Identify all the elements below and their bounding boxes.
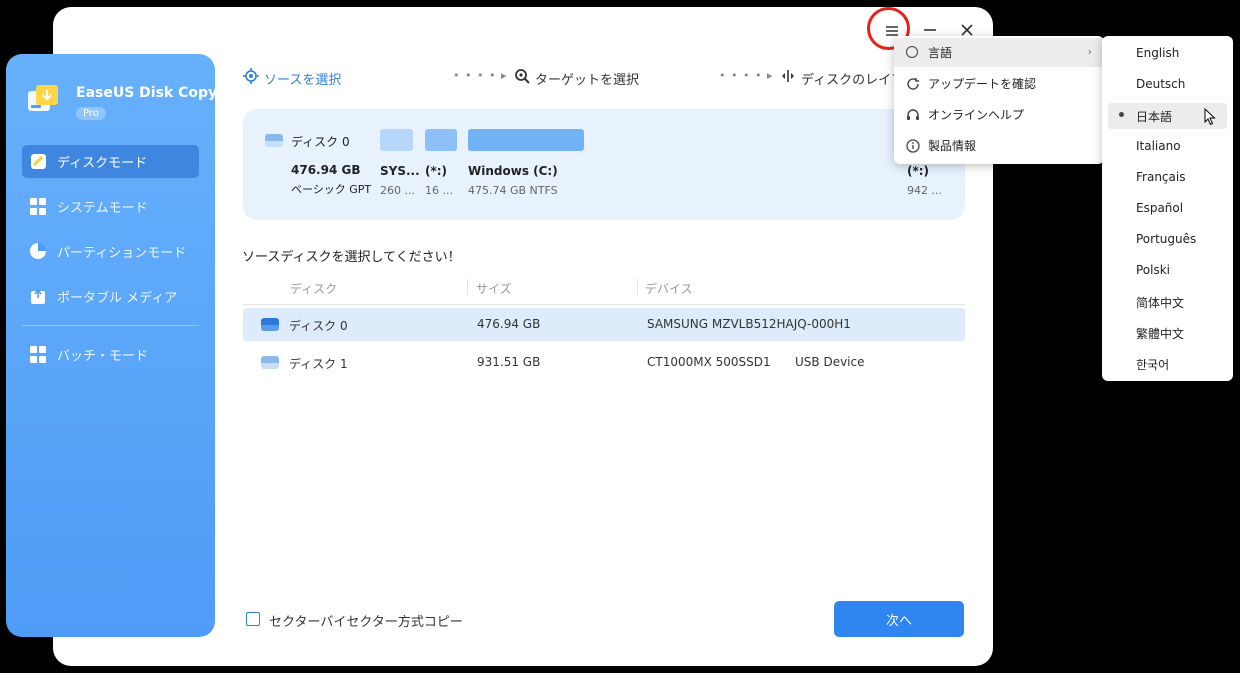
row-device-extra: USB Device xyxy=(795,355,865,369)
menu-item-label: 言語 xyxy=(928,46,953,60)
sidebar-item-portable-media[interactable]: ポータブル メディア xyxy=(22,280,199,313)
partition-size: 942 ... xyxy=(907,184,942,197)
partition-size: 260 ... xyxy=(380,184,415,197)
column-divider xyxy=(637,279,638,295)
mouse-cursor-icon xyxy=(1204,107,1216,129)
partition-bar[interactable] xyxy=(380,129,413,151)
language-option[interactable]: Polski xyxy=(1102,258,1233,284)
row-size: 931.51 GB xyxy=(477,355,541,369)
selected-bullet-icon xyxy=(1119,112,1124,117)
sidebar-item-label: ディスクモード xyxy=(57,156,148,171)
step-source-label: ソースを選択 xyxy=(264,72,342,88)
disk-size: 476.94 GB xyxy=(291,163,361,177)
menu-item-label: オンラインヘルプ xyxy=(928,108,1025,122)
sidebar-item-label: システムモード xyxy=(57,201,148,216)
language-option[interactable]: Español xyxy=(1102,196,1233,222)
language-option[interactable]: English xyxy=(1102,41,1233,67)
language-option[interactable]: 繁體中文 xyxy=(1102,320,1233,346)
pro-badge: Pro xyxy=(76,107,106,120)
step-target-label: ターゲットを選択 xyxy=(535,72,640,88)
column-header-size: サイズ xyxy=(476,282,512,296)
language-option[interactable]: Français xyxy=(1102,165,1233,191)
menu-item-label: 製品情報 xyxy=(928,139,977,153)
partition-label: Windows (C:) xyxy=(468,164,558,178)
row-disk: ディスク 0 xyxy=(289,319,348,333)
menu-item-label: アップデートを確認 xyxy=(928,77,1037,91)
row-size: 476.94 GB xyxy=(477,317,541,331)
disk-type: ベーシック GPT xyxy=(291,183,372,196)
column-header-device: デバイス xyxy=(645,282,693,296)
step-source[interactable]: ソースを選択 xyxy=(243,68,341,88)
disk-icon xyxy=(261,318,279,331)
windows-icon xyxy=(30,198,47,215)
target-search-icon xyxy=(514,68,530,88)
language-option-selected[interactable]: 日本語 xyxy=(1108,103,1227,129)
partition-size: 475.74 GB NTFS xyxy=(468,184,558,197)
sidebar-item-disk-mode[interactable]: ディスクモード xyxy=(22,145,199,178)
sidebar-item-partition-mode[interactable]: パーティションモード xyxy=(22,235,199,268)
row-device: CT1000MX 500SSD1 xyxy=(647,355,771,369)
step-target[interactable]: ターゲットを選択 xyxy=(514,68,639,88)
partition-bar[interactable] xyxy=(425,129,457,151)
table-title: ソースディスクを選択してください！ xyxy=(242,250,461,265)
pie-chart-icon xyxy=(30,243,47,260)
disk-icon xyxy=(265,134,283,147)
disk-layout-card: ディスク 0 476.94 GB ベーシック GPT SYS... 260 ..… xyxy=(243,109,965,220)
language-option[interactable]: 简体中文 xyxy=(1102,289,1233,315)
partition-label: (*:) xyxy=(425,164,448,178)
sidebar-item-label: ポータブル メディア xyxy=(57,291,178,306)
table-row[interactable]: ディスク 1 931.51 GB CT1000MX 500SSD1 USB De… xyxy=(243,346,965,379)
language-option[interactable]: Italiano xyxy=(1102,134,1233,160)
language-option[interactable]: 한국어 xyxy=(1102,351,1233,377)
disk-icon xyxy=(261,356,279,369)
disk-name: ディスク 0 xyxy=(291,135,350,149)
layout-icon xyxy=(780,68,796,88)
sidebar-item-label: バッチ・モード xyxy=(57,349,149,364)
sidebar-item-batch-mode[interactable]: バッチ・モード xyxy=(22,338,199,371)
table-row[interactable]: ディスク 0 476.94 GB SAMSUNG MZVLB512HAJQ-00… xyxy=(243,308,965,341)
column-header-disk: ディスク xyxy=(290,282,338,296)
menu-item-online-help[interactable]: オンラインヘルプ xyxy=(894,100,1104,129)
chevron-right-icon: › xyxy=(1087,45,1092,58)
sidebar-nav: ディスクモード システムモード パーティションモード ポータブル メディア バッ… xyxy=(22,145,199,383)
menu-item-check-update[interactable]: アップデートを確認 xyxy=(894,69,1104,98)
refresh-icon xyxy=(906,77,920,91)
step-arrow: • • • • ▸ xyxy=(453,69,508,82)
partition-size: 16 ... xyxy=(425,184,453,197)
language-submenu: English Deutsch 日本語 Italiano Français Es… xyxy=(1102,36,1233,381)
next-button[interactable]: 次へ xyxy=(834,601,964,637)
crosshair-icon xyxy=(243,68,259,88)
grid-icon xyxy=(30,346,47,363)
app-name: EaseUS Disk Copy xyxy=(76,85,218,101)
column-divider xyxy=(467,279,468,295)
sidebar-item-label: パーティションモード xyxy=(57,246,187,261)
step-arrow: • • • • ▸ xyxy=(719,69,774,82)
brand: EaseUS Disk Copy Pro xyxy=(26,82,217,120)
sector-copy-checkbox[interactable] xyxy=(246,612,260,626)
language-option[interactable]: Deutsch xyxy=(1102,72,1233,98)
sidebar-divider xyxy=(22,325,199,326)
table-header-divider xyxy=(243,304,965,305)
row-device: SAMSUNG MZVLB512HAJQ-000H1 xyxy=(647,317,851,331)
portable-media-icon xyxy=(30,288,47,305)
sidebar-item-system-mode[interactable]: システムモード xyxy=(22,190,199,223)
disk-mode-icon xyxy=(30,153,47,170)
sector-copy-label: セクターバイセクター方式コピー xyxy=(269,615,463,630)
menu-item-language[interactable]: 言語 › xyxy=(894,38,1104,67)
language-option[interactable]: Português xyxy=(1102,227,1233,253)
partition-bar[interactable] xyxy=(468,129,584,151)
main-menu-dropdown: 言語 › アップデートを確認 オンラインヘルプ 製品情報 xyxy=(894,36,1104,164)
headset-icon xyxy=(906,108,920,122)
globe-icon xyxy=(906,45,920,60)
partition-label: SYS... xyxy=(380,164,420,178)
app-logo-icon xyxy=(26,82,60,116)
menu-item-product-info[interactable]: 製品情報 xyxy=(894,131,1104,160)
info-icon xyxy=(906,138,920,153)
partition-label: (*:) xyxy=(907,164,930,178)
row-disk: ディスク 1 xyxy=(289,357,348,371)
sidebar: EaseUS Disk Copy Pro ディスクモード システムモード パーテ… xyxy=(6,54,217,637)
